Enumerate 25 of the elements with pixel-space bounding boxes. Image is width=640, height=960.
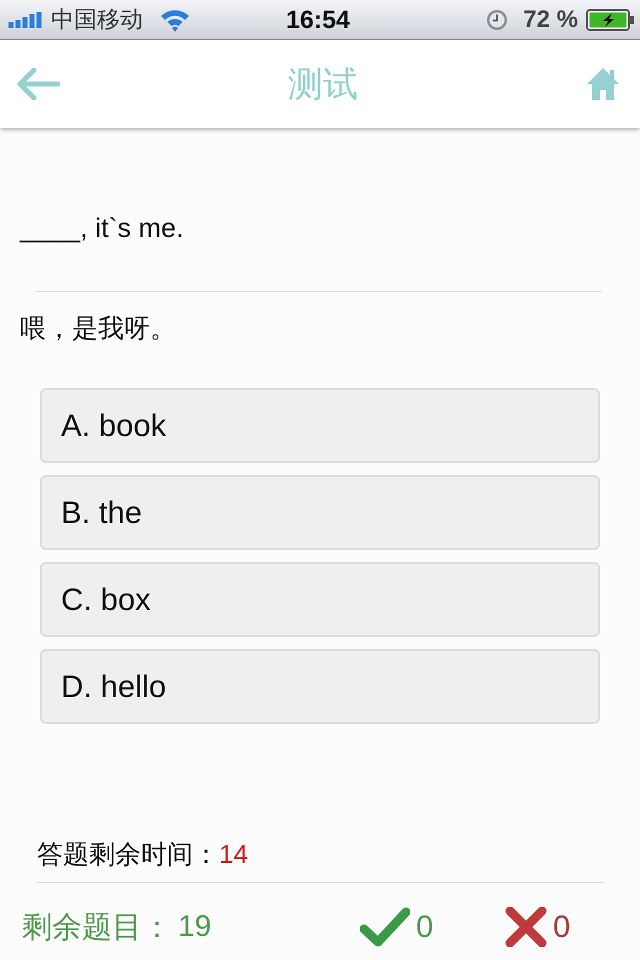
check-icon xyxy=(360,907,410,947)
battery-percent: 72 % xyxy=(523,6,578,34)
correct-count: 0 xyxy=(416,909,434,945)
answer-option[interactable]: A. book xyxy=(40,388,600,463)
answer-option[interactable]: B. the xyxy=(40,475,600,550)
answer-option[interactable]: D. hello xyxy=(40,649,600,724)
question-text: ____, it`s me. xyxy=(20,212,185,245)
screen-title: 测试 xyxy=(288,64,358,106)
back-button[interactable] xyxy=(16,68,60,100)
timer-label: 答题剩余时间： xyxy=(37,839,219,869)
back-arrow-icon xyxy=(16,68,60,100)
status-time: 16:54 xyxy=(286,6,350,35)
carrier-name: 中国移动 xyxy=(51,5,143,34)
battery-icon xyxy=(586,8,634,30)
home-icon xyxy=(586,67,620,101)
answer-option[interactable]: C. box xyxy=(40,562,600,637)
timer-value: 14 xyxy=(219,839,248,869)
cross-icon xyxy=(505,907,547,947)
clock-icon xyxy=(487,10,508,30)
wrong-count: 0 xyxy=(553,909,570,945)
remaining-label: 剩余题目： xyxy=(22,910,172,946)
home-button[interactable] xyxy=(586,67,620,101)
remaining-count: 19 xyxy=(178,910,212,944)
wifi-icon xyxy=(159,8,191,32)
translation-text: 喂，是我呀。 xyxy=(20,312,177,345)
